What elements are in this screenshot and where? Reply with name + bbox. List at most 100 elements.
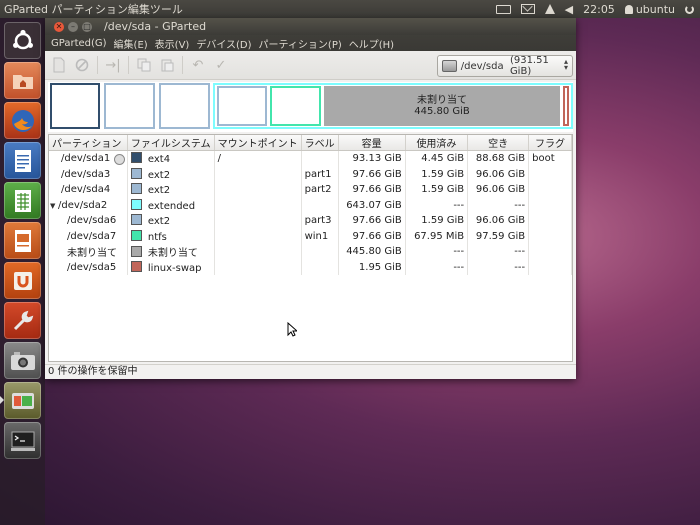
firefox-icon[interactable] (4, 102, 41, 139)
col-label[interactable]: ラベル (301, 135, 339, 151)
home-folder-icon[interactable] (4, 62, 41, 99)
unallocated-label: 未割り当て (417, 95, 467, 106)
device-selector[interactable]: /dev/sda (931.51 GiB) ▴ ▾ (437, 55, 573, 77)
camera-icon[interactable] (4, 342, 41, 379)
keyboard-icon[interactable] (495, 4, 511, 14)
new-partition-icon[interactable] (50, 56, 68, 74)
col-partition[interactable]: パーティション (49, 135, 128, 151)
map-sda6[interactable] (217, 86, 267, 126)
partition-used: 1.59 GiB (405, 213, 469, 229)
partition-flags (528, 259, 572, 275)
expander-down-icon[interactable]: ▼ (50, 202, 58, 210)
clock[interactable]: 22:05 (583, 3, 615, 16)
partition-free: 96.06 GiB (467, 166, 530, 182)
software-center-icon[interactable] (4, 262, 41, 299)
menu-edit[interactable]: 編集(E) (114, 36, 148, 51)
menubar: GParted(G) 編集(E) 表示(V) デバイス(D) パーティション(P… (45, 35, 576, 51)
fs-color-swatch (130, 198, 142, 210)
partition-label: part1 (301, 166, 339, 182)
map-unallocated[interactable]: 未割り当て 445.80 GiB (324, 86, 560, 126)
fs-color-swatch (130, 260, 142, 272)
minimize-icon[interactable]: – (68, 21, 78, 32)
col-used[interactable]: 使用済み (405, 135, 469, 151)
partition-name: /dev/sda7 (49, 228, 128, 244)
maximize-icon[interactable]: □ (82, 21, 92, 32)
partition-label (301, 197, 339, 213)
partition-label (301, 244, 339, 260)
menu-help[interactable]: ヘルプ(H) (349, 36, 394, 51)
menu-device[interactable]: デバイス(D) (196, 36, 251, 51)
mail-icon[interactable] (520, 4, 535, 14)
mount-point (214, 259, 302, 275)
mount-point (214, 213, 302, 229)
col-filesystem[interactable]: ファイルシステム (127, 135, 215, 151)
close-icon[interactable]: ✕ (54, 21, 64, 32)
col-size[interactable]: 容量 (338, 135, 406, 151)
fs-color-swatch (130, 214, 142, 226)
resize-move-icon[interactable]: →| (104, 56, 122, 74)
copy-icon[interactable] (135, 56, 153, 74)
fs-color-swatch (130, 246, 142, 258)
system-settings-icon[interactable] (4, 302, 41, 339)
paste-icon[interactable] (158, 56, 176, 74)
partition-flags (528, 166, 572, 182)
partition-label (301, 259, 339, 275)
dash-home-icon[interactable] (4, 22, 41, 59)
fs-name: ext4 (147, 154, 171, 166)
map-sda1[interactable] (50, 83, 100, 129)
user-menu[interactable]: ubuntu (624, 2, 675, 16)
terminal-icon[interactable] (4, 422, 41, 459)
map-sda7[interactable] (270, 86, 321, 126)
power-icon[interactable] (685, 4, 694, 14)
table-row[interactable]: ▼/dev/sda2 extended 643.07 GiB --- --- (49, 197, 572, 213)
calc-icon[interactable] (4, 182, 41, 219)
impress-icon[interactable] (4, 222, 41, 259)
fs-name: 未割り当て (147, 248, 198, 260)
partition-free: 96.06 GiB (467, 213, 530, 229)
table-row[interactable]: /dev/sda1 ext4 / 93.13 GiB 4.45 GiB 88.6… (49, 150, 572, 167)
col-flags[interactable]: フラグ (528, 135, 572, 151)
mount-point (214, 197, 302, 213)
col-free[interactable]: 空き (467, 135, 530, 151)
network-icon[interactable] (544, 4, 555, 14)
apply-icon[interactable]: ✓ (212, 56, 230, 74)
toolbar-separator (182, 56, 183, 74)
partition-name: /dev/sda4 (49, 182, 128, 198)
user-icon (624, 4, 633, 14)
window-titlebar[interactable]: ✕ – □ /dev/sda - GParted (45, 18, 576, 35)
partition-flags (528, 244, 572, 260)
partition-flags: boot (528, 150, 572, 167)
undo-icon[interactable]: ↶ (189, 56, 207, 74)
gparted-icon[interactable] (4, 382, 41, 419)
menu-partition[interactable]: パーティション(P) (259, 36, 342, 51)
menu-view[interactable]: 表示(V) (155, 36, 190, 51)
col-mountpoint[interactable]: マウントポイント (214, 135, 302, 151)
map-sda4[interactable] (159, 83, 210, 129)
running-indicator (0, 396, 4, 404)
table-row[interactable]: /dev/sda5 linux-swap 1.95 GiB --- --- (49, 259, 572, 275)
table-row[interactable]: /dev/sda4 ext2 part2 97.66 GiB 1.59 GiB … (49, 182, 572, 198)
partition-label (301, 150, 339, 167)
writer-icon[interactable] (4, 142, 41, 179)
map-sda3[interactable] (104, 83, 155, 129)
fs-color-swatch (130, 229, 142, 241)
table-row[interactable]: /dev/sda3 ext2 part1 97.66 GiB 1.59 GiB … (49, 166, 572, 182)
map-sda5[interactable] (563, 86, 569, 126)
mount-point: / (214, 150, 302, 167)
active-app-title: GParted パーティション編集ツール (4, 3, 183, 16)
fs-color-swatch (130, 167, 142, 179)
volume-icon[interactable]: ◀ (565, 3, 573, 16)
user-name: ubuntu (635, 2, 675, 16)
system-tray: ◀ 22:05 ubuntu (495, 0, 694, 18)
gparted-window: ✕ – □ /dev/sda - GParted GParted(G) 編集(E… (45, 18, 576, 379)
partition-name: /dev/sda2 (58, 199, 108, 211)
mouse-pointer-icon (287, 322, 297, 337)
table-row[interactable]: /dev/sda7 ntfs win1 97.66 GiB 67.95 MiB … (49, 228, 572, 244)
device-size: (931.51 GiB) (509, 55, 549, 77)
delete-partition-icon[interactable] (73, 56, 91, 74)
menu-gparted[interactable]: GParted(G) (51, 38, 107, 49)
partition-used: --- (405, 244, 469, 260)
table-row[interactable]: /dev/sda6 ext2 part3 97.66 GiB 1.59 GiB … (49, 213, 572, 229)
fs-name: ext2 (147, 169, 171, 181)
table-row[interactable]: 未割り当て 未割り当て 445.80 GiB --- --- (49, 244, 572, 260)
